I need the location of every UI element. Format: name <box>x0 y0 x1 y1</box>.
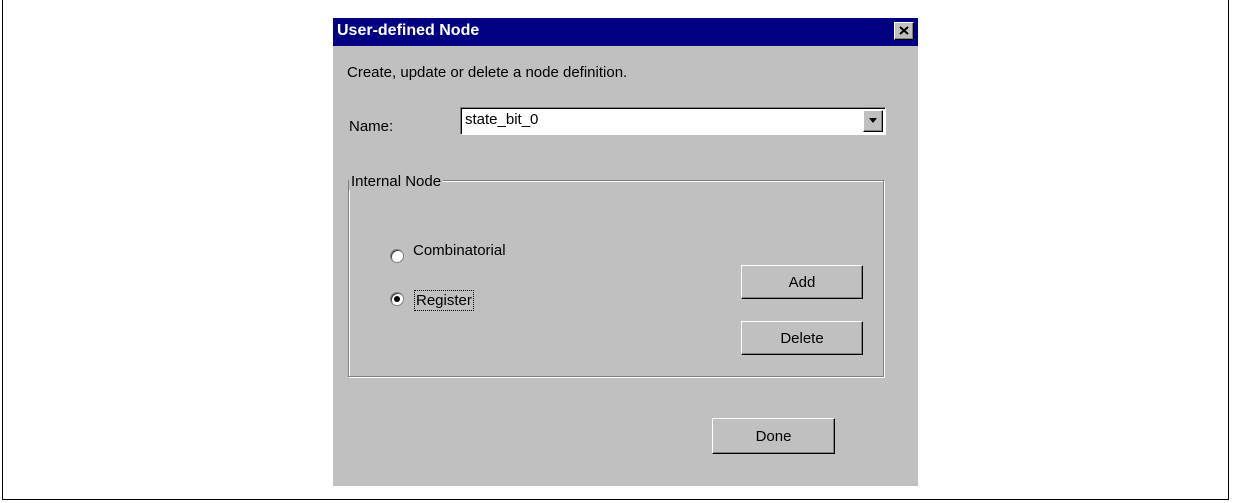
done-button[interactable]: Done <box>712 418 835 454</box>
close-button[interactable] <box>894 22 914 40</box>
user-defined-node-dialog: User-defined Node Create, update or dele… <box>333 18 918 486</box>
name-label: Name: <box>349 118 394 135</box>
combinatorial-label[interactable]: Combinatorial <box>413 242 506 259</box>
internal-node-group-label: Internal Node <box>349 173 444 190</box>
dialog-description: Create, update or delete a node definiti… <box>347 64 628 81</box>
close-icon <box>899 26 909 35</box>
name-dropdown-button[interactable] <box>863 110 883 132</box>
delete-button[interactable]: Delete <box>741 321 863 355</box>
register-label[interactable]: Register <box>414 290 474 311</box>
combinatorial-radio[interactable] <box>390 249 404 263</box>
name-value[interactable]: state_bit_0 <box>465 111 538 128</box>
register-radio[interactable] <box>390 292 404 306</box>
add-button[interactable]: Add <box>741 265 863 299</box>
dialog-title: User-defined Node <box>337 22 480 39</box>
name-combobox[interactable]: state_bit_0 <box>460 107 886 135</box>
chevron-down-icon <box>869 118 877 123</box>
title-bar: User-defined Node <box>333 18 918 46</box>
radio-selected-dot <box>394 296 400 302</box>
